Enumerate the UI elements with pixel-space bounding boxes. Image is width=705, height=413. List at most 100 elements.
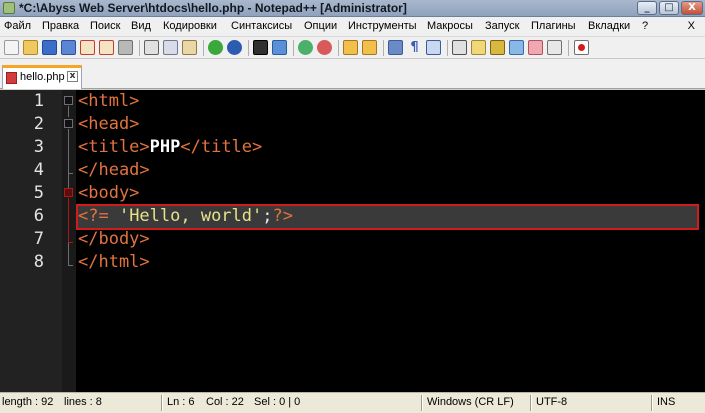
- fold-line-active: [68, 198, 69, 242]
- tab-label: hello.php: [20, 71, 65, 83]
- line-number: 2: [33, 114, 44, 134]
- tab-hello-php[interactable]: hello.php x: [2, 65, 82, 89]
- fold-toggle-html[interactable]: [64, 96, 73, 105]
- word-wrap-icon[interactable]: [388, 40, 403, 55]
- menu-edit[interactable]: Правка: [42, 20, 79, 32]
- code-token: </body>: [78, 229, 150, 249]
- code-token: </head>: [78, 160, 150, 180]
- undo-icon[interactable]: [208, 40, 223, 55]
- code-token: ;: [262, 206, 273, 226]
- cut-icon[interactable]: [144, 40, 159, 55]
- fold-line: [68, 106, 69, 117]
- menu-encoding[interactable]: Кодировки: [163, 20, 217, 32]
- line-number: 4: [33, 160, 44, 180]
- toolbar-separator: [383, 40, 384, 56]
- maximize-button[interactable]: □: [659, 1, 679, 15]
- code-line[interactable]: <title>PHP</title>: [78, 137, 262, 157]
- status-separator: [651, 395, 653, 411]
- menu-run[interactable]: Запуск: [485, 20, 519, 32]
- fold-toggle-head[interactable]: [64, 119, 73, 128]
- status-eol[interactable]: Windows (CR LF): [427, 396, 514, 408]
- toolbar-separator: [139, 40, 140, 56]
- code-token: 'Hello, world': [118, 206, 263, 226]
- code-line[interactable]: </html>: [78, 252, 150, 272]
- status-separator: [421, 395, 423, 411]
- menu-tools[interactable]: Инструменты: [348, 20, 417, 32]
- close-icon[interactable]: [80, 40, 95, 55]
- code-token: <?=: [78, 206, 119, 226]
- open-file-icon[interactable]: [23, 40, 38, 55]
- record-macro-icon[interactable]: [574, 40, 589, 55]
- menu-search[interactable]: Поиск: [90, 20, 120, 32]
- code-token: PHP: [149, 137, 181, 157]
- close-button[interactable]: X: [681, 1, 703, 15]
- menu-options[interactable]: Опции: [304, 20, 337, 32]
- menu-tabs[interactable]: Вкладки: [588, 20, 630, 32]
- paste-icon[interactable]: [182, 40, 197, 55]
- menu-macros[interactable]: Макросы: [427, 20, 473, 32]
- window-title: *C:\Abyss Web Server\htdocs\hello.php - …: [19, 1, 407, 15]
- code-line[interactable]: <head>: [78, 114, 139, 134]
- tab-bar: hello.php x: [0, 59, 705, 89]
- toolbar-separator: [447, 40, 448, 56]
- indent-guide-icon[interactable]: [426, 40, 441, 55]
- line-number: 8: [33, 252, 44, 272]
- unsaved-file-icon: [6, 72, 17, 84]
- close-document-button[interactable]: X: [688, 20, 695, 32]
- menu-syntax[interactable]: Синтаксисы: [231, 20, 292, 32]
- toolbar-separator: [568, 40, 569, 56]
- status-bar: length : 92 lines : 8 Ln : 6 Col : 22 Se…: [0, 392, 705, 413]
- toolbar: ¶: [0, 37, 705, 59]
- minimize-button[interactable]: _: [637, 1, 657, 15]
- menu-help[interactable]: ?: [642, 20, 648, 32]
- status-length: length : 92: [2, 396, 54, 408]
- redo-icon[interactable]: [227, 40, 242, 55]
- status-separator: [530, 395, 532, 411]
- line-number: 1: [33, 91, 44, 111]
- replace-icon[interactable]: [272, 40, 287, 55]
- find-icon[interactable]: [253, 40, 268, 55]
- eye-icon[interactable]: [547, 40, 562, 55]
- sync-vertical-icon[interactable]: [343, 40, 358, 55]
- show-all-chars-icon[interactable]: ¶: [407, 40, 422, 55]
- save-icon[interactable]: [42, 40, 57, 55]
- code-token: </html>: [78, 252, 150, 272]
- fold-line: [68, 243, 69, 265]
- fold-margin: [62, 90, 76, 392]
- close-all-icon[interactable]: [99, 40, 114, 55]
- menu-plugins[interactable]: Плагины: [531, 20, 576, 32]
- sync-horizontal-icon[interactable]: [362, 40, 377, 55]
- title-bar[interactable]: *C:\Abyss Web Server\htdocs\hello.php - …: [0, 0, 705, 17]
- code-line[interactable]: <body>: [78, 183, 139, 203]
- zoom-out-icon[interactable]: [317, 40, 332, 55]
- status-line-number: Ln : 6: [167, 396, 195, 408]
- code-editor[interactable]: 12345678 <html> <head> <title>PHP</title> <…: [0, 90, 705, 392]
- function-list-icon[interactable]: [490, 40, 505, 55]
- doc-map-icon[interactable]: [471, 40, 486, 55]
- new-file-icon[interactable]: [4, 40, 19, 55]
- status-column: Col : 22: [206, 396, 244, 408]
- line-number: 5: [33, 183, 44, 203]
- toolbar-separator: [203, 40, 204, 56]
- folder-as-workspace-icon[interactable]: [509, 40, 524, 55]
- save-all-icon[interactable]: [61, 40, 76, 55]
- code-line[interactable]: <?= 'Hello, world';?>: [78, 206, 293, 226]
- line-number: 3: [33, 137, 44, 157]
- lang-icon[interactable]: [452, 40, 467, 55]
- zoom-in-icon[interactable]: [298, 40, 313, 55]
- status-insert-mode[interactable]: INS: [657, 396, 675, 408]
- status-encoding[interactable]: UTF-8: [536, 396, 567, 408]
- tab-close-button[interactable]: x: [67, 71, 78, 82]
- status-selection: Sel : 0 | 0: [254, 396, 301, 408]
- monitor-icon[interactable]: [528, 40, 543, 55]
- code-line[interactable]: </body>: [78, 229, 150, 249]
- code-line[interactable]: </head>: [78, 160, 150, 180]
- copy-icon[interactable]: [163, 40, 178, 55]
- print-icon[interactable]: [118, 40, 133, 55]
- menu-view[interactable]: Вид: [131, 20, 151, 32]
- fold-line: [68, 129, 69, 173]
- toolbar-separator: [338, 40, 339, 56]
- menu-file[interactable]: Файл: [4, 20, 31, 32]
- fold-toggle-body[interactable]: [64, 188, 73, 197]
- code-line[interactable]: <html>: [78, 91, 139, 111]
